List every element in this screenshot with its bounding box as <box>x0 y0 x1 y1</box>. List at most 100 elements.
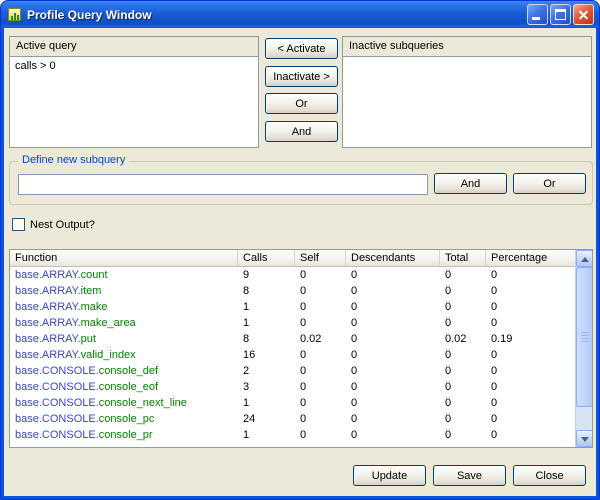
self-cell: 0 <box>295 347 346 363</box>
active-query-list[interactable]: calls > 0 <box>10 56 258 147</box>
descendants-cell: 0 <box>346 363 440 379</box>
table-row[interactable]: base.CONSOLE.console_def 2 0 0 0 0 <box>10 363 575 379</box>
active-query-label: Active query <box>10 37 258 56</box>
window-title: Profile Query Window <box>27 8 527 22</box>
update-button[interactable]: Update <box>353 465 426 486</box>
self-cell: 0 <box>295 395 346 411</box>
total-cell: 0 <box>440 411 486 427</box>
descendants-cell: 0 <box>346 315 440 331</box>
active-query-item[interactable]: calls > 0 <box>10 57 258 75</box>
calls-cell: 2 <box>238 363 295 379</box>
column-header-percentage[interactable]: Percentage <box>486 250 575 266</box>
arrow-down-icon <box>581 437 589 442</box>
scroll-thumb-grip-icon <box>581 332 589 342</box>
percentage-cell: 0 <box>486 379 575 395</box>
inactive-subqueries-list[interactable] <box>343 56 591 147</box>
percentage-cell: 0 <box>486 315 575 331</box>
nest-output-option[interactable]: Nest Output? <box>12 218 95 231</box>
subquery-input[interactable] <box>18 174 428 195</box>
self-cell: 0 <box>295 283 346 299</box>
total-cell: 0 <box>440 363 486 379</box>
total-cell: 0 <box>440 267 486 283</box>
table-row[interactable]: base.CONSOLE.console_pr 1 0 0 0 0 <box>10 427 575 443</box>
descendants-cell: 0 <box>346 379 440 395</box>
self-cell: 0 <box>295 267 346 283</box>
calls-cell: 8 <box>238 331 295 347</box>
maximize-button[interactable] <box>550 4 571 25</box>
descendants-cell: 0 <box>346 395 440 411</box>
scroll-track[interactable] <box>576 267 593 430</box>
table-row[interactable]: base.ARRAY.make_area 1 0 0 0 0 <box>10 315 575 331</box>
active-query-panel: Active query calls > 0 <box>9 36 259 148</box>
or-subquery-button[interactable]: Or <box>513 173 586 194</box>
calls-cell: 9 <box>238 267 295 283</box>
define-subquery-group: Define new subquery And Or <box>9 161 593 205</box>
column-header-descendants[interactable]: Descendants <box>346 250 440 266</box>
window-icon-bar <box>17 15 19 20</box>
table-body[interactable]: base.ARRAY.count 9 0 0 0 0 base.ARRAY.it… <box>10 267 575 447</box>
descendants-cell: 0 <box>346 299 440 315</box>
save-button[interactable]: Save <box>433 465 506 486</box>
function-cell: base.CONSOLE.console_def <box>10 363 238 379</box>
nest-output-checkbox[interactable] <box>12 218 25 231</box>
self-cell: 0 <box>295 299 346 315</box>
total-cell: 0 <box>440 347 486 363</box>
self-cell: 0 <box>295 427 346 443</box>
close-button[interactable] <box>573 4 594 25</box>
column-header-total[interactable]: Total <box>440 250 486 266</box>
table-row[interactable]: base.CONSOLE.console_pc 24 0 0 0 0 <box>10 411 575 427</box>
function-cell: base.ARRAY.make_area <box>10 315 238 331</box>
vertical-scrollbar[interactable] <box>575 250 592 447</box>
percentage-cell: 0 <box>486 267 575 283</box>
descendants-cell: 0 <box>346 427 440 443</box>
descendants-cell: 0 <box>346 347 440 363</box>
total-cell: 0 <box>440 379 486 395</box>
percentage-cell: 0 <box>486 363 575 379</box>
total-cell: 0 <box>440 299 486 315</box>
table-row[interactable]: base.CONSOLE.console_eof 3 0 0 0 0 <box>10 379 575 395</box>
minimize-button[interactable] <box>527 4 548 25</box>
title-bar[interactable]: Profile Query Window <box>1 1 599 28</box>
function-cell: base.ARRAY.make <box>10 299 238 315</box>
total-cell: 0 <box>440 427 486 443</box>
table-row[interactable]: base.ARRAY.count 9 0 0 0 0 <box>10 267 575 283</box>
window-controls <box>527 4 594 25</box>
table-row[interactable]: base.CONSOLE.console_next_line 1 0 0 0 0 <box>10 395 575 411</box>
self-cell: 0 <box>295 315 346 331</box>
percentage-cell: 0 <box>486 299 575 315</box>
percentage-cell: 0 <box>486 395 575 411</box>
total-cell: 0 <box>440 395 486 411</box>
function-cell: base.CONSOLE.console_pr <box>10 427 238 443</box>
activate-button[interactable]: < Activate <box>265 38 338 59</box>
and-subquery-button[interactable]: And <box>434 173 507 194</box>
column-header-function[interactable]: Function <box>10 250 238 266</box>
calls-cell: 1 <box>238 395 295 411</box>
function-cell: base.ARRAY.count <box>10 267 238 283</box>
scroll-thumb[interactable] <box>576 267 593 407</box>
window-icon-bar <box>11 16 13 20</box>
calls-cell: 3 <box>238 379 295 395</box>
function-cell: base.ARRAY.item <box>10 283 238 299</box>
scroll-up-button[interactable] <box>576 250 593 267</box>
table-row[interactable]: base.ARRAY.item 8 0 0 0 0 <box>10 283 575 299</box>
function-cell: base.CONSOLE.console_pc <box>10 411 238 427</box>
total-cell: 0 <box>440 283 486 299</box>
function-cell: base.CONSOLE.console_next_line <box>10 395 238 411</box>
and-transfer-button[interactable]: And <box>265 121 338 142</box>
table-row[interactable]: base.ARRAY.make 1 0 0 0 0 <box>10 299 575 315</box>
table-row[interactable]: base.ARRAY.valid_index 16 0 0 0 0 <box>10 347 575 363</box>
calls-cell: 24 <box>238 411 295 427</box>
table-header: Function Calls Self Descendants Total Pe… <box>10 250 575 267</box>
descendants-cell: 0 <box>346 331 440 347</box>
column-header-self[interactable]: Self <box>295 250 346 266</box>
maximize-icon <box>555 9 566 20</box>
scroll-down-button[interactable] <box>576 430 593 447</box>
nest-output-label: Nest Output? <box>30 219 95 231</box>
total-cell: 0.02 <box>440 331 486 347</box>
percentage-cell: 0 <box>486 347 575 363</box>
or-transfer-button[interactable]: Or <box>265 93 338 114</box>
column-header-calls[interactable]: Calls <box>238 250 295 266</box>
close-dialog-button[interactable]: Close <box>513 465 586 486</box>
inactivate-button[interactable]: Inactivate > <box>265 66 338 87</box>
table-row[interactable]: base.ARRAY.put 8 0.02 0 0.02 0.19 <box>10 331 575 347</box>
